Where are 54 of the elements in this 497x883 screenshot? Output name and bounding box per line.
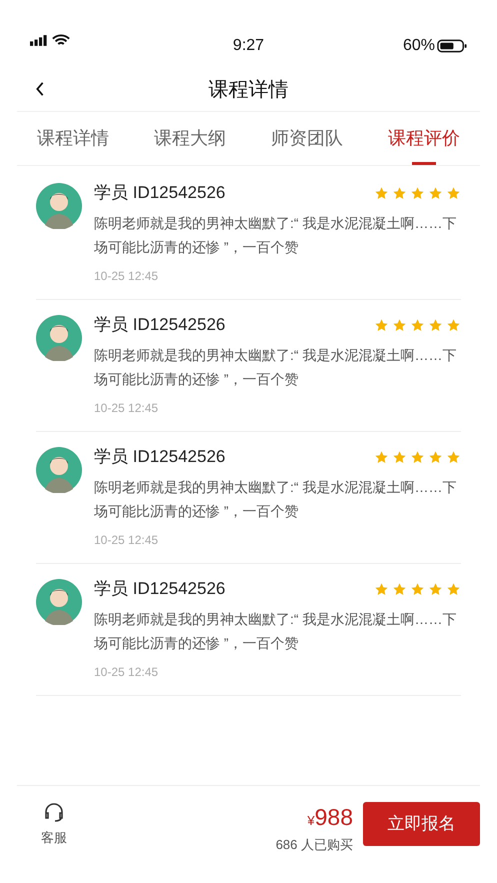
star-icon	[428, 318, 443, 332]
tab[interactable]: 课程大纲	[154, 112, 226, 165]
review-time: 10-25 12:45	[94, 532, 160, 549]
tab-underline	[412, 162, 436, 165]
star-icon	[446, 318, 461, 332]
review-comment: 陈明老师就是我的男神太幽默了:“ 我是水泥混凝土啊……下场可能比沥青的还惨 ”，一百个赞	[94, 346, 458, 389]
price: 988	[314, 803, 353, 832]
avatar-icon	[36, 183, 82, 229]
star-icon	[374, 450, 389, 464]
user-name: 学员 ID12542526	[94, 446, 226, 468]
star-icon	[392, 186, 407, 200]
star-icon	[374, 318, 389, 332]
star-icon	[410, 582, 425, 596]
buyer-count: 686 人已购买	[276, 836, 353, 854]
customer-service-button[interactable]: 客服	[41, 800, 67, 848]
star-icon	[410, 186, 425, 200]
user-name: 学员 ID12542526	[94, 314, 226, 336]
wifi-icon	[52, 34, 70, 47]
star-icon	[392, 582, 407, 596]
star-icon	[428, 450, 443, 464]
star-icon	[446, 450, 461, 464]
star-icon	[410, 450, 425, 464]
review-time: 10-25 12:45	[94, 400, 160, 417]
star-icon	[374, 582, 389, 596]
battery-icon	[436, 39, 467, 53]
star-icon	[428, 582, 443, 596]
star-icon	[446, 186, 461, 200]
status-time: 9:27	[232, 36, 264, 56]
star-icon	[392, 450, 407, 464]
signal-icon	[30, 35, 48, 46]
review-comment: 陈明老师就是我的男神太幽默了:“ 我是水泥混凝土啊……下场可能比沥青的还惨 ”，一百个赞	[94, 610, 458, 653]
tab[interactable]: 课程详情	[37, 112, 109, 165]
avatar-icon	[36, 315, 82, 361]
user-name: 学员 ID12542526	[94, 578, 226, 600]
tab[interactable]: 师资团队	[271, 112, 343, 165]
avatar-icon	[36, 579, 82, 625]
user-name: 学员 ID12542526	[94, 182, 226, 204]
tab[interactable]: 课程评价	[388, 112, 460, 165]
star-icon	[428, 186, 443, 200]
star-icon	[374, 186, 389, 200]
headset-icon	[42, 800, 66, 824]
review-time: 10-25 12:45	[94, 664, 160, 681]
page-title: 课程详情	[208, 78, 288, 102]
currency-symbol: ¥	[307, 812, 315, 830]
review-time: 10-25 12:45	[94, 268, 160, 285]
review-comment: 陈明老师就是我的男神太幽默了:“ 我是水泥混凝土啊……下场可能比沥青的还惨 ”，一百个赞	[94, 478, 458, 521]
enroll-button[interactable]: 立即报名	[363, 802, 480, 846]
star-icon	[392, 318, 407, 332]
review-comment: 陈明老师就是我的男神太幽默了:“ 我是水泥混凝土啊……下场可能比沥青的还惨 ”，一百个赞	[94, 214, 458, 257]
star-icon	[410, 318, 425, 332]
back-icon	[35, 81, 45, 97]
avatar-icon	[36, 447, 82, 493]
battery-percent: 60%	[402, 36, 435, 56]
star-icon	[446, 582, 461, 596]
